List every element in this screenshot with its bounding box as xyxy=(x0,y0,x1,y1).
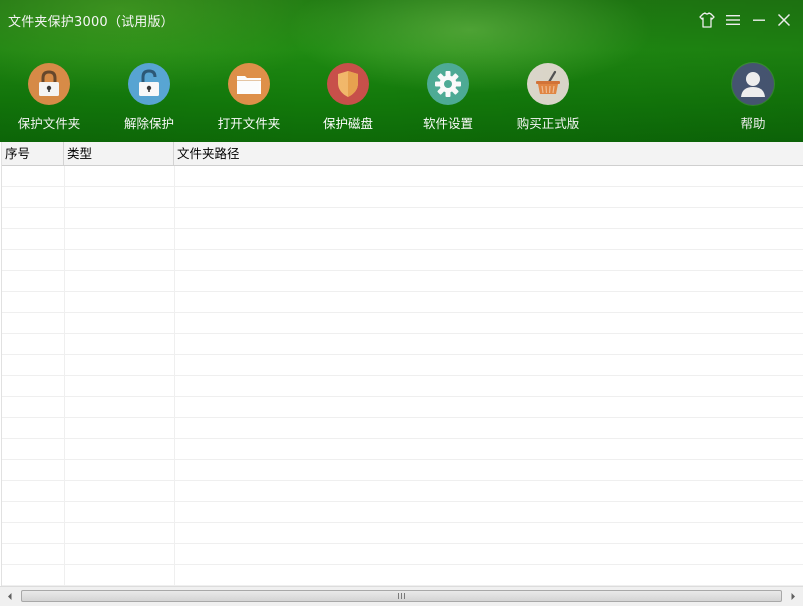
horizontal-scrollbar[interactable] xyxy=(0,586,803,606)
scroll-left-button[interactable] xyxy=(2,589,18,604)
protect-disk-label: 保护磁盘 xyxy=(322,116,373,131)
settings-button[interactable]: 软件设置 xyxy=(408,63,488,133)
menu-button[interactable] xyxy=(723,10,743,30)
folder-list-table[interactable]: 序号 类型 文件夹路径 xyxy=(1,142,803,586)
protect-folder-button[interactable]: 保护文件夹 xyxy=(9,63,89,133)
lock-open-icon xyxy=(139,69,159,96)
empty-table-row xyxy=(2,355,803,376)
empty-table-row xyxy=(2,250,803,271)
close-button[interactable] xyxy=(774,10,794,30)
empty-table-row xyxy=(2,292,803,313)
table-body[interactable] xyxy=(2,166,803,586)
help-label: 帮助 xyxy=(740,116,766,131)
empty-table-row xyxy=(2,439,803,460)
empty-table-row xyxy=(2,271,803,292)
buy-full-version-label: 购买正式版 xyxy=(516,116,580,131)
shirt-icon xyxy=(699,12,715,28)
help-button[interactable]: 帮助 xyxy=(713,63,793,133)
skin-button[interactable] xyxy=(697,10,717,30)
empty-table-row xyxy=(2,187,803,208)
empty-table-row xyxy=(2,376,803,397)
empty-table-row xyxy=(2,313,803,334)
empty-table-row xyxy=(2,565,803,586)
scroll-right-button[interactable] xyxy=(785,589,801,604)
table-header: 序号 类型 文件夹路径 xyxy=(2,142,803,166)
settings-icon-bg xyxy=(427,63,469,105)
arrow-right-icon xyxy=(791,593,795,600)
empty-table-row xyxy=(2,502,803,523)
buy-icon-bg xyxy=(527,63,569,105)
empty-table-row xyxy=(2,544,803,565)
empty-table-row xyxy=(2,481,803,502)
open-folder-button[interactable]: 打开文件夹 xyxy=(209,63,289,133)
gear-icon xyxy=(435,71,461,97)
open-folder-label: 打开文件夹 xyxy=(217,116,281,131)
app-window: 文件夹保护3000（试用版） 保护文件夹 解除保护 打开文件夹 保护磁盘 软件设… xyxy=(0,0,803,606)
empty-table-row xyxy=(2,334,803,355)
empty-table-row xyxy=(2,460,803,481)
minimize-icon xyxy=(753,19,765,21)
lock-closed-icon xyxy=(39,70,59,96)
basket-icon xyxy=(536,70,560,94)
grip-icon xyxy=(398,593,405,599)
empty-table-row xyxy=(2,229,803,250)
open-folder-icon-bg xyxy=(228,63,270,105)
app-title: 文件夹保护3000（试用版） xyxy=(8,15,174,30)
empty-table-row xyxy=(2,166,803,187)
empty-table-row xyxy=(2,523,803,544)
close-icon xyxy=(777,13,791,27)
empty-table-row xyxy=(2,397,803,418)
column-divider xyxy=(64,166,65,586)
shield-icon xyxy=(338,71,358,97)
buy-full-version-button[interactable]: 购买正式版 xyxy=(508,63,588,133)
protect-disk-icon-bg xyxy=(327,63,369,105)
minimize-button[interactable] xyxy=(749,10,769,30)
settings-label: 软件设置 xyxy=(422,116,473,131)
column-header-path[interactable]: 文件夹路径 xyxy=(174,142,803,165)
unprotect-label: 解除保护 xyxy=(123,116,174,131)
column-divider xyxy=(174,166,175,586)
scroll-thumb[interactable] xyxy=(21,590,782,602)
protect-folder-icon-bg xyxy=(28,63,70,105)
title-bar: 文件夹保护3000（试用版） 保护文件夹 解除保护 打开文件夹 保护磁盘 软件设… xyxy=(0,0,803,142)
folder-icon xyxy=(237,76,261,94)
column-header-type[interactable]: 类型 xyxy=(64,142,174,165)
column-header-index[interactable]: 序号 xyxy=(2,142,64,165)
empty-table-row xyxy=(2,418,803,439)
protect-disk-button[interactable]: 保护磁盘 xyxy=(308,63,388,133)
menu-icon xyxy=(726,15,740,25)
arrow-left-icon xyxy=(8,593,12,600)
help-icon-bg xyxy=(732,63,774,105)
user-icon xyxy=(741,72,765,97)
protect-folder-label: 保护文件夹 xyxy=(17,116,81,131)
empty-table-row xyxy=(2,208,803,229)
unprotect-icon-bg xyxy=(128,63,170,105)
unprotect-button[interactable]: 解除保护 xyxy=(109,63,189,133)
